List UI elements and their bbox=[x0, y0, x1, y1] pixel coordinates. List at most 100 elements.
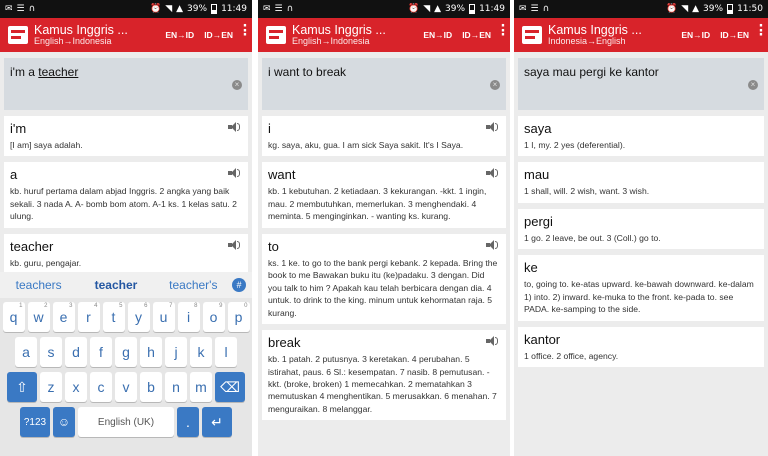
key-g[interactable]: g bbox=[115, 337, 137, 367]
key-alt-label: 7 bbox=[169, 303, 173, 309]
clock: 11:49 bbox=[479, 4, 505, 14]
key-k[interactable]: k bbox=[190, 337, 212, 367]
key-u[interactable]: u7 bbox=[152, 302, 175, 332]
suggestion-item[interactable]: teacher's bbox=[155, 278, 232, 292]
key-i[interactable]: i8 bbox=[177, 302, 200, 332]
key-label: g bbox=[122, 344, 130, 360]
key-j[interactable]: j bbox=[165, 337, 187, 367]
key-b[interactable]: b bbox=[140, 372, 162, 402]
tab-id-en[interactable]: ID→EN bbox=[715, 30, 754, 40]
result-card[interactable]: saya 1 I, my. 2 yes (deferential). bbox=[518, 116, 764, 157]
key-label: c bbox=[97, 379, 105, 395]
entry-word: a bbox=[10, 167, 18, 183]
entry-word: i'm bbox=[10, 121, 27, 136]
tab-id-en[interactable]: ID→EN bbox=[457, 30, 496, 40]
result-card[interactable]: want kb. 1 kebutuhan. 2 ketiadaan. 3 kek… bbox=[262, 162, 506, 228]
search-input[interactable]: i'm a teacher × bbox=[4, 58, 248, 110]
key-n[interactable]: n bbox=[165, 372, 187, 402]
result-card[interactable]: ke to, going to. ke-atas upward. ke-bawa… bbox=[518, 255, 764, 321]
alarm-icon: ⏰ bbox=[149, 4, 162, 14]
key-label: n bbox=[172, 379, 180, 395]
tab-en-id[interactable]: EN→ID bbox=[676, 30, 715, 40]
speaker-icon[interactable] bbox=[228, 168, 240, 179]
overflow-menu-icon[interactable]: · · · bbox=[496, 20, 510, 45]
key-s[interactable]: s bbox=[40, 337, 62, 367]
emoji-key[interactable]: ☺ bbox=[53, 407, 75, 437]
key-alt-label: 0 bbox=[244, 303, 248, 309]
app-bar: Kamus Inggris ... Indonesia→English EN→I… bbox=[514, 18, 768, 52]
result-card[interactable]: teacher kb. guru, pengajar. bbox=[4, 233, 248, 275]
key-w[interactable]: w2 bbox=[27, 302, 50, 332]
alarm-icon: ⏰ bbox=[665, 4, 678, 14]
tab-id-en[interactable]: ID→EN bbox=[199, 30, 238, 40]
suggestion-item-primary[interactable]: teacher bbox=[77, 278, 154, 292]
app-bar: Kamus Inggris ... English→Indonesia EN→I… bbox=[258, 18, 510, 52]
signal-icon: ▲ bbox=[434, 4, 442, 14]
search-input[interactable]: i want to break × bbox=[262, 58, 506, 110]
app-logo-icon bbox=[8, 26, 28, 44]
clear-icon[interactable]: × bbox=[232, 80, 242, 90]
key-z[interactable]: z bbox=[40, 372, 62, 402]
speaker-icon[interactable] bbox=[228, 239, 240, 250]
period-key[interactable]: . bbox=[177, 407, 199, 437]
speaker-icon[interactable] bbox=[486, 168, 498, 179]
key-x[interactable]: x bbox=[65, 372, 87, 402]
result-card[interactable]: to ks. 1 ke. to go to the bank pergi keb… bbox=[262, 233, 506, 325]
result-card[interactable]: i kg. saya, aku, gua. I am sick Saya sak… bbox=[262, 116, 506, 157]
result-card[interactable]: i'm [I am] saya adalah. bbox=[4, 116, 248, 157]
result-card[interactable]: kantor 1 office. 2 office, agency. bbox=[518, 326, 764, 368]
enter-key[interactable]: ↵ bbox=[202, 407, 232, 437]
entry-word: pergi bbox=[524, 213, 553, 229]
keyboard-row-2: asdfghjkl bbox=[2, 337, 250, 367]
speaker-icon[interactable] bbox=[228, 122, 240, 132]
suggestion-strip: teachers teacher teacher's # bbox=[0, 272, 252, 298]
direction-subtitle: English→Indonesia bbox=[34, 35, 112, 46]
shift-key[interactable]: ⇧ bbox=[7, 372, 37, 402]
notification-icon: ✉ bbox=[519, 4, 527, 14]
key-alt-label: 8 bbox=[194, 303, 198, 309]
suggestion-item[interactable]: teachers bbox=[0, 278, 77, 292]
clear-icon[interactable]: × bbox=[490, 80, 500, 90]
delete-key[interactable]: ⌫ bbox=[215, 372, 245, 402]
key-a[interactable]: a bbox=[15, 337, 37, 367]
speaker-icon[interactable] bbox=[486, 122, 498, 132]
tab-en-id[interactable]: EN→ID bbox=[418, 30, 457, 40]
battery-icon bbox=[469, 4, 476, 14]
result-card[interactable]: pergi 1 go. 2 leave, be out. 3 (Coll.) g… bbox=[518, 208, 764, 250]
key-o[interactable]: o9 bbox=[202, 302, 225, 332]
key-y[interactable]: y6 bbox=[127, 302, 150, 332]
overflow-menu-icon[interactable]: · · · bbox=[238, 20, 252, 45]
key-h[interactable]: h bbox=[140, 337, 162, 367]
key-d[interactable]: d bbox=[65, 337, 87, 367]
search-input[interactable]: saya mau pergi ke kantor × bbox=[518, 58, 764, 110]
overflow-menu-icon[interactable]: · · · bbox=[754, 20, 768, 45]
key-p[interactable]: p0 bbox=[227, 302, 250, 332]
key-label: y bbox=[135, 309, 142, 325]
speaker-icon[interactable] bbox=[486, 239, 498, 250]
speaker-icon[interactable] bbox=[486, 336, 498, 347]
key-l[interactable]: l bbox=[215, 337, 237, 367]
key-e[interactable]: e3 bbox=[52, 302, 75, 332]
result-card[interactable]: break kb. 1 patah. 2 putusnya. 3 keretak… bbox=[262, 330, 506, 421]
clock: 11:50 bbox=[737, 4, 763, 14]
result-card[interactable]: mau 1 shall, will. 2 wish, want. 3 wish. bbox=[518, 162, 764, 203]
query-text: i'm a bbox=[10, 65, 39, 79]
key-m[interactable]: m bbox=[190, 372, 212, 402]
key-c[interactable]: c bbox=[90, 372, 112, 402]
key-label: a bbox=[22, 344, 30, 360]
notification-icon: ✉ bbox=[5, 4, 13, 14]
numbers-key[interactable]: ?123 bbox=[20, 407, 50, 437]
key-q[interactable]: q1 bbox=[2, 302, 25, 332]
tab-en-id[interactable]: EN→ID bbox=[160, 30, 199, 40]
entry-word: kantor bbox=[524, 331, 561, 347]
key-label: x bbox=[72, 379, 80, 395]
space-key[interactable]: English (UK) bbox=[78, 407, 174, 437]
result-card[interactable]: a kb. huruf pertama dalam abjad Inggris.… bbox=[4, 162, 248, 228]
key-t[interactable]: t5 bbox=[102, 302, 125, 332]
entry-definition: 1 shall, will. 2 wish, want. 3 wish. bbox=[524, 186, 650, 197]
key-v[interactable]: v bbox=[115, 372, 137, 402]
clear-icon[interactable]: × bbox=[748, 80, 758, 90]
key-r[interactable]: r4 bbox=[77, 302, 100, 332]
keyboard-settings-icon[interactable]: # bbox=[231, 278, 246, 292]
key-f[interactable]: f bbox=[90, 337, 112, 367]
